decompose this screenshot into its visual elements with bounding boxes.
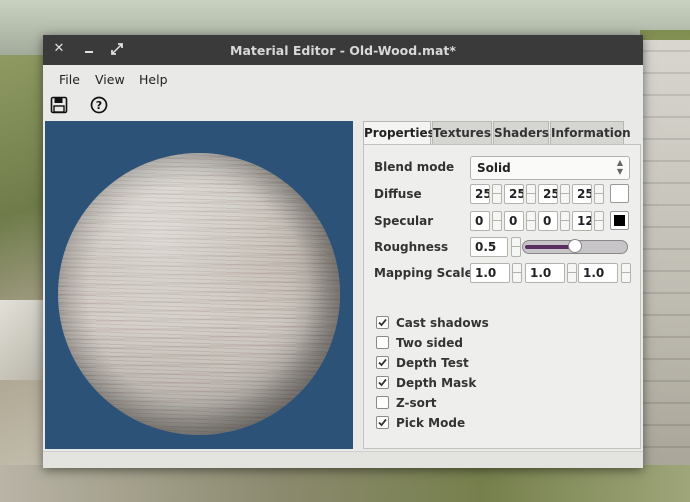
specular-label: Specular — [374, 214, 434, 228]
specular-g-spinner[interactable] — [526, 211, 536, 231]
properties-panel: Blend mode Solid ▲▼ Diffuse 25 25 25 25 … — [363, 144, 641, 449]
menu-file[interactable]: File — [59, 72, 80, 87]
window-title: Material Editor - Old-Wood.mat* — [230, 43, 456, 58]
diffuse-label: Diffuse — [374, 187, 422, 201]
specular-a-field[interactable]: 12 — [572, 211, 592, 231]
material-preview-sphere — [58, 153, 340, 435]
specular-r-spinner[interactable] — [492, 211, 502, 231]
roughness-slider[interactable] — [522, 239, 628, 254]
mapping-scale-x-field[interactable]: 1.0 — [470, 263, 510, 283]
roughness-slider-handle[interactable] — [568, 239, 582, 253]
blend-mode-value: Solid — [477, 161, 511, 175]
diffuse-r-spinner[interactable] — [492, 184, 502, 204]
specular-b-spinner[interactable] — [560, 211, 570, 231]
z-sort-checkbox[interactable] — [376, 396, 389, 409]
tab-information[interactable]: Information — [550, 121, 631, 145]
menu-help[interactable]: Help — [139, 72, 168, 87]
scene-stone-left — [0, 300, 45, 380]
two-sided-label: Two sided — [396, 336, 463, 350]
specular-color-fill — [614, 215, 625, 226]
roughness-slider-fill — [525, 245, 574, 249]
tab-properties[interactable]: Properties — [363, 121, 435, 146]
depth-test-label: Depth Test — [396, 356, 469, 370]
specular-r-field[interactable]: 0 — [470, 211, 490, 231]
mapping-scale-x-spinner[interactable] — [512, 263, 522, 283]
z-sort-label: Z-sort — [396, 396, 437, 410]
specular-b-field[interactable]: 0 — [538, 211, 558, 231]
mapping-scale-z-spinner[interactable] — [621, 263, 631, 283]
roughness-field[interactable]: 0.5 — [470, 237, 508, 257]
tab-textures[interactable]: Textures — [432, 121, 492, 145]
depth-mask-label: Depth Mask — [396, 376, 477, 390]
specular-g-field[interactable]: 0 — [504, 211, 524, 231]
diffuse-b-field[interactable]: 25 — [538, 184, 558, 204]
help-icon[interactable]: ? — [89, 95, 109, 115]
cast-shadows-label: Cast shadows — [396, 316, 489, 330]
save-icon[interactable] — [49, 95, 69, 115]
pick-mode-label: Pick Mode — [396, 416, 466, 430]
mapping-scale-y-spinner[interactable] — [567, 263, 577, 283]
depth-test-checkbox[interactable] — [376, 356, 389, 369]
scene-stone-wall-right — [640, 40, 690, 470]
diffuse-b-spinner[interactable] — [560, 184, 570, 204]
status-bar — [43, 451, 643, 468]
diffuse-r-field[interactable]: 25 — [470, 184, 490, 204]
depth-mask-checkbox[interactable] — [376, 376, 389, 389]
diffuse-g-field[interactable]: 25 — [504, 184, 524, 204]
blend-mode-select[interactable]: Solid ▲ ▼ — [470, 156, 630, 180]
diffuse-a-spinner[interactable] — [594, 184, 604, 204]
toolbar: ? — [43, 91, 643, 119]
material-preview-viewport[interactable] — [45, 121, 353, 449]
svg-text:?: ? — [96, 99, 102, 112]
mapping-scale-z-field[interactable]: 1.0 — [578, 263, 618, 283]
menu-bar: File View Help — [43, 65, 643, 91]
material-editor-window: ✕ Material Editor - Old-Wood.mat* File V… — [43, 35, 643, 468]
diffuse-color-swatch[interactable] — [610, 184, 629, 203]
diffuse-a-field[interactable]: 25 — [572, 184, 592, 204]
menu-view[interactable]: View — [95, 72, 125, 87]
blend-mode-label: Blend mode — [374, 160, 455, 174]
diffuse-g-spinner[interactable] — [526, 184, 536, 204]
title-bar: ✕ Material Editor - Old-Wood.mat* — [43, 35, 643, 65]
roughness-spinner[interactable] — [511, 237, 521, 257]
pick-mode-checkbox[interactable] — [376, 416, 389, 429]
specular-color-swatch[interactable] — [610, 211, 629, 230]
mapping-scale-label: Mapping Scale — [374, 266, 473, 280]
cast-shadows-checkbox[interactable] — [376, 316, 389, 329]
two-sided-checkbox[interactable] — [376, 336, 389, 349]
select-arrows-icon: ▲ ▼ — [616, 158, 623, 176]
specular-a-spinner[interactable] — [594, 211, 604, 231]
roughness-label: Roughness — [374, 240, 449, 254]
scene-ground-bottom — [0, 465, 690, 502]
tab-shaders[interactable]: Shaders — [493, 121, 549, 145]
mapping-scale-y-field[interactable]: 1.0 — [525, 263, 565, 283]
